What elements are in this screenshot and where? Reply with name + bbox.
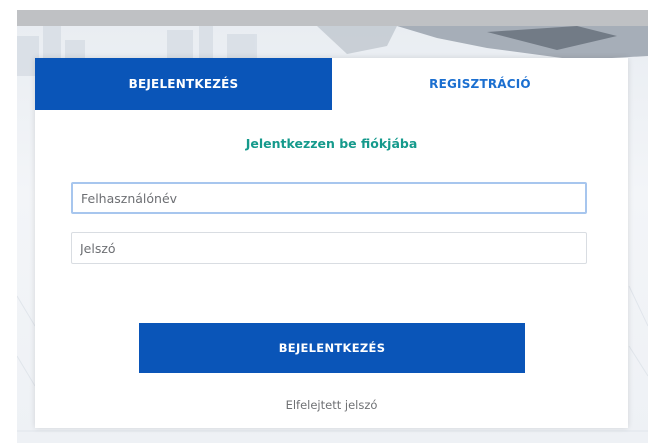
tab-register[interactable]: REGISZTRÁCIÓ [332,58,628,110]
tab-login[interactable]: BEJELENTKEZÉS [35,58,332,110]
form-subtitle: Jelentkezzen be fiókjába [245,136,418,151]
password-input[interactable] [71,232,587,264]
username-input[interactable] [71,182,587,214]
login-button[interactable]: BEJELENTKEZÉS [139,323,525,373]
page-frame: BEJELENTKEZÉS REGISZTRÁCIÓ Jelentkezzen … [0,0,656,443]
top-bar [17,10,648,26]
forgot-password-link[interactable]: Elfelejtett jelszó [35,398,628,412]
tab-bar: BEJELENTKEZÉS REGISZTRÁCIÓ [35,58,628,110]
login-card: BEJELENTKEZÉS REGISZTRÁCIÓ Jelentkezzen … [35,58,628,428]
